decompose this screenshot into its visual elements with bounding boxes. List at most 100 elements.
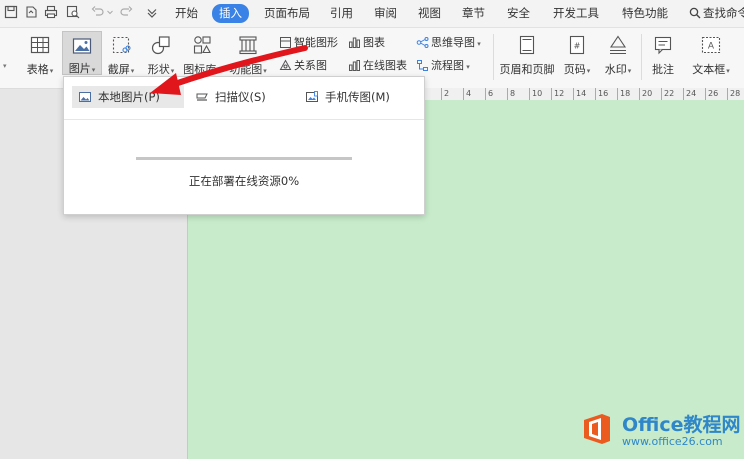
ruler-tick xyxy=(705,88,706,100)
header-footer-button[interactable]: 页眉和页脚 xyxy=(497,28,557,88)
relation-chart-label: 关系图 xyxy=(294,59,327,72)
undo-dropdown-icon[interactable] xyxy=(106,5,114,19)
ruler-tick xyxy=(463,88,464,100)
tab-special-features[interactable]: 特色功能 xyxy=(622,4,668,23)
ruler-label: 2 xyxy=(444,89,450,98)
undo-icon[interactable] xyxy=(91,5,105,19)
watermark-icon xyxy=(607,34,629,56)
chevron-down-icon: ▾ xyxy=(49,67,54,75)
ruler-tick xyxy=(507,88,508,100)
export-pdf-icon[interactable] xyxy=(24,5,38,19)
mindmap-label: 思维导图 xyxy=(431,36,475,49)
print-preview-icon[interactable] xyxy=(66,5,80,19)
ruler-label: 26 xyxy=(708,89,719,98)
loading-status-text: 正在部署在线资源0% xyxy=(188,174,300,188)
menu-bar: 开始 插入 页面布局 引用 审阅 视图 章节 安全 开发工具 特色功能 查找命令 xyxy=(0,0,744,28)
picture-icon xyxy=(71,35,93,57)
tab-page-layout[interactable]: 页面布局 xyxy=(264,4,310,23)
ruler-tick xyxy=(639,88,640,100)
tab-home[interactable]: 开始 xyxy=(175,4,198,23)
scanner-item[interactable]: 扫描仪(S) xyxy=(195,86,266,108)
tab-developer[interactable]: 开发工具 xyxy=(553,4,599,23)
customize-toolbar-icon[interactable] xyxy=(145,5,159,19)
local-picture-item[interactable]: 本地图片(P) xyxy=(72,86,184,108)
table-button[interactable]: 表格▾ xyxy=(20,28,60,88)
ruler-label: 6 xyxy=(488,89,494,98)
chevron-down-icon: ▾ xyxy=(475,40,481,48)
table-label: 表格 xyxy=(26,63,49,76)
relation-chart-button[interactable]: 关系图 xyxy=(279,58,327,74)
online-chart-button[interactable]: 在线图表 xyxy=(348,58,407,74)
table-icon xyxy=(29,34,51,56)
svg-text:#: # xyxy=(574,42,581,51)
ruler-tick xyxy=(573,88,574,100)
comment-icon xyxy=(652,34,674,56)
tab-security[interactable]: 安全 xyxy=(507,4,530,23)
tab-chapter[interactable]: 章节 xyxy=(462,4,485,23)
chevron-down-icon: ▾ xyxy=(170,67,175,75)
icon-library-icon xyxy=(191,34,213,56)
ruler-label: 14 xyxy=(576,89,587,98)
chevron-down-icon: ▾ xyxy=(217,67,221,75)
ruler-label: 22 xyxy=(664,89,675,98)
flowchart-button[interactable]: 流程图 ▾ xyxy=(416,58,470,74)
chevron-down-icon: ▾ xyxy=(726,67,730,75)
ruler-label: 28 xyxy=(730,89,741,98)
tab-insert[interactable]: 插入 xyxy=(212,4,249,23)
phone-picture-icon xyxy=(306,91,318,102)
smart-graphic-icon xyxy=(280,37,291,48)
ruler-tick xyxy=(529,88,530,100)
office-logo-icon xyxy=(584,414,610,444)
ruler-tick xyxy=(441,88,442,100)
smart-graphic-label: 智能图形 xyxy=(294,36,338,49)
comment-button[interactable]: 批注 xyxy=(645,28,681,88)
chart-button[interactable]: 图表 xyxy=(348,35,385,51)
save-icon[interactable] xyxy=(4,5,18,19)
search-icon xyxy=(689,7,701,19)
icon-library-label: 图标库 xyxy=(183,63,217,76)
search-command[interactable]: 查找命令 xyxy=(689,4,744,23)
mindmap-button[interactable]: 思维导图 ▾ xyxy=(416,35,481,51)
ruler-tick xyxy=(661,88,662,100)
header-footer-icon xyxy=(516,34,538,56)
textbox-label: 文本框 xyxy=(692,63,726,76)
tab-review[interactable]: 审阅 xyxy=(374,4,397,23)
chevron-down-icon: ▾ xyxy=(263,67,267,75)
ribbon-scroll-left-icon[interactable]: ▾ xyxy=(3,62,7,70)
ruler-label: 10 xyxy=(532,89,543,98)
textbox-button[interactable]: A 文本框▾ xyxy=(688,28,734,88)
watermark-label: 水印 xyxy=(604,63,627,76)
ruler-tick xyxy=(683,88,684,100)
picture-label: 图片 xyxy=(68,62,91,75)
shapes-icon xyxy=(150,34,172,56)
watermark-button[interactable]: 水印▾ xyxy=(598,28,638,88)
online-chart-label: 在线图表 xyxy=(363,59,407,72)
ruler-tick xyxy=(485,88,486,100)
shapes-label: 形状 xyxy=(147,63,170,76)
online-chart-icon xyxy=(349,60,360,71)
screenshot-label: 截屏 xyxy=(107,63,130,76)
ruler-tick xyxy=(617,88,618,100)
print-icon[interactable] xyxy=(44,5,58,19)
ruler-label: 20 xyxy=(642,89,653,98)
tab-view[interactable]: 视图 xyxy=(418,4,441,23)
image-icon xyxy=(79,92,91,102)
scanner-icon xyxy=(196,93,208,101)
relation-chart-icon xyxy=(279,59,292,70)
page-number-button[interactable]: # 页码▾ xyxy=(559,28,595,88)
picture-dropdown-menu: 本地图片(P) 扫描仪(S) 手机传图(M) 正在部署在线资源0% xyxy=(63,76,425,215)
chevron-down-icon: ▾ xyxy=(464,63,470,71)
ribbon-divider xyxy=(493,34,494,80)
tab-references[interactable]: 引用 xyxy=(330,4,353,23)
phone-picture-item[interactable]: 手机传图(M) xyxy=(305,86,390,108)
smart-graphic-button[interactable]: 智能图形 xyxy=(279,35,338,51)
office26-watermark: Office教程网 www.office26.com xyxy=(580,408,744,459)
screenshot-icon xyxy=(110,34,132,56)
svg-text:A: A xyxy=(708,42,715,52)
function-chart-icon xyxy=(237,34,259,56)
picture-button[interactable]: 图片▾ xyxy=(62,31,102,75)
local-picture-label: 本地图片(P) xyxy=(98,90,160,104)
comment-label: 批注 xyxy=(652,63,674,76)
redo-icon[interactable] xyxy=(119,5,133,19)
ruler-label: 4 xyxy=(466,89,472,98)
